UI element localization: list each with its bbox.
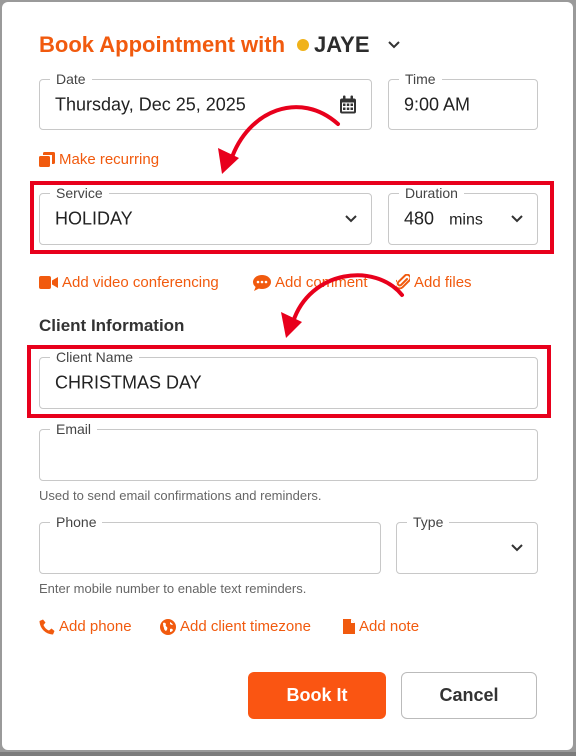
book-it-button[interactable]: Book It	[248, 672, 386, 719]
annotation-box-client-name	[27, 345, 551, 418]
globe-icon	[160, 618, 176, 635]
calendar-icon[interactable]	[339, 95, 357, 114]
phone-icon	[39, 619, 55, 634]
client-information-heading: Client Information	[39, 316, 185, 335]
time-field[interactable]: Time 9:00 AM	[388, 71, 538, 130]
add-video-conferencing-label: Add video conferencing	[62, 274, 219, 291]
status-dot-icon	[297, 39, 310, 51]
phone-hint: Enter mobile number to enable text remin…	[39, 581, 307, 596]
add-video-conferencing-link[interactable]: Add video conferencing	[39, 274, 219, 291]
note-icon	[343, 619, 355, 634]
staff-name: JAYE	[314, 32, 370, 57]
phone-field[interactable]: Phone	[39, 514, 381, 574]
add-phone-link[interactable]: Add phone	[39, 618, 132, 635]
add-comment-link[interactable]: Add comment	[253, 274, 368, 291]
date-field[interactable]: Date Thursday, Dec 25, 2025	[39, 71, 372, 130]
copy-icon	[39, 152, 55, 167]
paperclip-icon	[396, 274, 410, 290]
dialog-title-text: Book Appointment with	[39, 32, 286, 57]
add-note-label: Add note	[359, 618, 420, 635]
add-files-link[interactable]: Add files	[396, 274, 472, 291]
chevron-down-icon	[511, 544, 523, 552]
add-files-label: Add files	[414, 274, 472, 291]
annotation-box-service	[30, 181, 554, 254]
type-label: Type	[407, 514, 450, 530]
email-field[interactable]: Email	[39, 421, 538, 481]
time-value: 9:00 AM	[404, 94, 471, 114]
staff-dropdown-chevron-icon[interactable]	[387, 41, 400, 49]
dialog-title: Book Appointment with JAYE	[39, 30, 400, 60]
add-comment-label: Add comment	[275, 274, 368, 291]
background-strip	[0, 752, 576, 756]
date-label: Date	[50, 71, 92, 87]
phone-label: Phone	[50, 514, 103, 530]
email-label: Email	[50, 421, 98, 437]
phone-type-select[interactable]: Type	[396, 514, 538, 574]
add-note-link[interactable]: Add note	[343, 618, 419, 635]
cancel-button[interactable]: Cancel	[401, 672, 537, 719]
make-recurring-link[interactable]: Make recurring	[39, 151, 159, 168]
make-recurring-label: Make recurring	[59, 151, 160, 168]
email-hint: Used to send email confirmations and rem…	[39, 488, 322, 503]
date-value: Thursday, Dec 25, 2025	[55, 94, 246, 114]
comment-icon	[253, 274, 271, 291]
add-phone-label: Add phone	[59, 618, 132, 635]
add-client-timezone-label: Add client timezone	[180, 618, 311, 635]
add-client-timezone-link[interactable]: Add client timezone	[160, 618, 311, 635]
video-camera-icon	[39, 276, 58, 289]
time-label: Time	[399, 71, 442, 87]
